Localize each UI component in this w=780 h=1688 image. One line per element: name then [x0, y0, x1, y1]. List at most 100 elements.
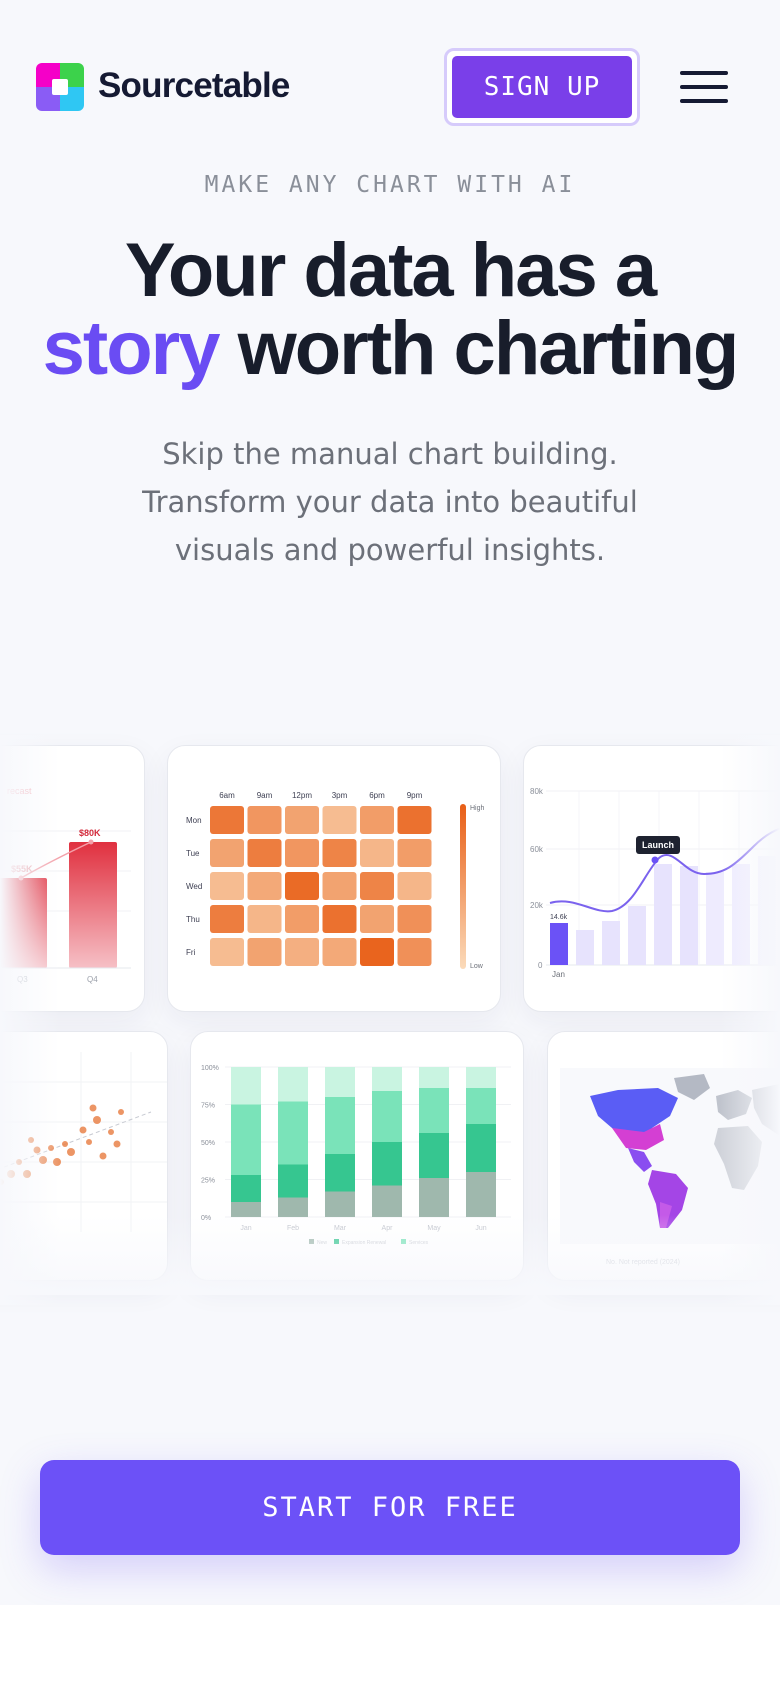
brand-name[interactable]: Sourcetable	[98, 66, 290, 106]
scatter-point	[113, 1140, 121, 1148]
y-tick-80k: 80k	[530, 787, 544, 796]
scatter-point	[79, 1126, 87, 1134]
first-bar-label: 14.6k	[550, 914, 568, 921]
launch-chart-card: 80k 60k 20k 0 Launch 14.6k Jan	[523, 745, 780, 1012]
scatter-point	[23, 1170, 31, 1178]
scatter-points	[0, 1104, 124, 1185]
launch-tooltip-text: Launch	[642, 840, 674, 850]
heatmap-row-label: Tue	[186, 849, 200, 858]
heatmap-row-label: Fri	[186, 948, 196, 957]
stacked-bar-segment	[325, 1154, 355, 1192]
heatmap-cell	[210, 938, 244, 966]
bar-jan	[550, 923, 568, 965]
trend-line	[0, 1111, 152, 1170]
stacked-x-label: May	[427, 1225, 441, 1232]
bar-q3-label: Q3	[17, 975, 28, 984]
stacked-x-label: Feb	[287, 1225, 299, 1232]
stacked-y-tick: 25%	[201, 1178, 215, 1185]
stacked-bar-card: 100% 75% 50% 25% 0% Jan Feb Mar Apr May Jun New Expa…	[190, 1031, 524, 1281]
heatmap-cell	[210, 839, 244, 867]
stacked-bar-segment	[372, 1185, 402, 1217]
scatter-point	[93, 1116, 101, 1124]
stacked-bar-segment	[278, 1164, 308, 1198]
sign-up-button[interactable]: SIGN UP	[444, 48, 640, 126]
sourcetable-logo-icon[interactable]	[36, 63, 84, 111]
heatmap-cell	[210, 806, 244, 834]
y-tick-20k: 20k	[530, 901, 544, 910]
start-for-free-label: START FOR FREE	[262, 1492, 518, 1523]
heatmap-cell	[285, 872, 319, 900]
headline-line-2: story worth charting	[0, 310, 780, 388]
hero-subhead: Skip the manual chart building. Transfor…	[142, 437, 638, 567]
stacked-bar-segment	[231, 1067, 261, 1105]
world-map-graphic: No. Not reported (2024)	[560, 1068, 780, 1266]
heatmap-cell	[397, 806, 432, 834]
scatter-point	[53, 1158, 61, 1166]
stacked-bar-segment	[278, 1101, 308, 1165]
y-tick-0: 0	[538, 961, 543, 970]
sign-up-label: SIGN UP	[452, 56, 632, 118]
launch-point	[651, 856, 659, 864]
heatmap-cell	[360, 872, 394, 900]
heatmap-cell	[322, 938, 357, 966]
stacked-bar-segment	[231, 1202, 261, 1217]
stacked-y-tick: 50%	[201, 1140, 215, 1147]
bar-q3-value: $55K	[11, 864, 33, 874]
bar-q4	[69, 842, 117, 968]
heatmap-cell	[285, 938, 319, 966]
stacked-bar-segment	[372, 1142, 402, 1186]
heatmap-column-label: 6am	[219, 791, 235, 800]
scatter-point	[86, 1139, 92, 1145]
heatmap-cell	[360, 806, 394, 834]
launch-chart-graphic: 80k 60k 20k 0 Launch 14.6k Jan	[530, 787, 780, 979]
scatter-point	[16, 1159, 22, 1165]
heatmap-cell	[247, 839, 282, 867]
heatmap-column-label: 3pm	[332, 791, 348, 800]
scatter-card	[0, 1031, 168, 1281]
bar-chart-graphic: recast $55K $80K Q3 Q4	[0, 786, 131, 984]
stacked-x-label: Apr	[382, 1225, 394, 1232]
scatter-point	[39, 1156, 47, 1164]
scatter-graphic	[0, 1052, 167, 1232]
heatmap-cell	[397, 905, 432, 933]
stacked-bar-segment	[419, 1088, 449, 1133]
heatmap-column-label: 12pm	[292, 791, 312, 800]
scatter-point	[28, 1137, 34, 1143]
heatmap-scale-high: High	[470, 805, 485, 812]
stacked-bar-segment	[325, 1097, 355, 1154]
bar-q3	[0, 878, 47, 968]
heatmap-cell	[247, 872, 282, 900]
heatmap-cell	[397, 872, 432, 900]
stacked-y-tick: 75%	[201, 1103, 215, 1110]
heatmap-cell	[285, 839, 319, 867]
page-background: Sourcetable SIGN UP MAKE ANY CHART WITH …	[0, 0, 780, 1605]
stacked-legend-label: Expansion Renewal	[342, 1240, 386, 1246]
stacked-legend-swatch	[309, 1239, 314, 1244]
stacked-y-tick: 0%	[201, 1215, 211, 1222]
scatter-point	[89, 1104, 97, 1112]
stacked-bar-segment	[419, 1133, 449, 1178]
start-for-free-button[interactable]: START FOR FREE	[40, 1460, 740, 1555]
heatmap-cell	[397, 839, 432, 867]
scatter-point	[0, 1179, 4, 1185]
stacked-bar-segment	[466, 1067, 496, 1088]
heatmap-scale-low: Low	[470, 963, 484, 970]
heatmap-graphic: 6am 9am 12pm 3pm 6pm 9pm Mon Tue Wed Thu Fri High Lo…	[186, 791, 485, 970]
stacked-bar-segment	[466, 1172, 496, 1217]
stacked-bar-segment	[466, 1124, 496, 1172]
stacked-legend-label: New	[317, 1240, 327, 1246]
scatter-point	[48, 1145, 54, 1151]
stacked-bar-segment	[419, 1067, 449, 1088]
heatmap-cell	[210, 872, 244, 900]
stacked-legend-swatch	[401, 1239, 406, 1244]
hamburger-menu-icon[interactable]	[678, 68, 732, 108]
scatter-point	[99, 1152, 107, 1160]
eyebrow-text: MAKE ANY CHART WITH AI	[204, 172, 576, 198]
heatmap-cell	[285, 806, 319, 834]
heatmap-card: 6am 9am 12pm 3pm 6pm 9pm Mon Tue Wed Thu Fri High Lo…	[167, 745, 501, 1012]
stacked-bar-segment	[325, 1067, 355, 1097]
bar-q4-value: $80K	[79, 828, 101, 838]
heatmap-cell	[397, 938, 432, 966]
heatmap-cell	[247, 938, 282, 966]
map-legend: No. Not reported (2024)	[606, 1259, 680, 1266]
